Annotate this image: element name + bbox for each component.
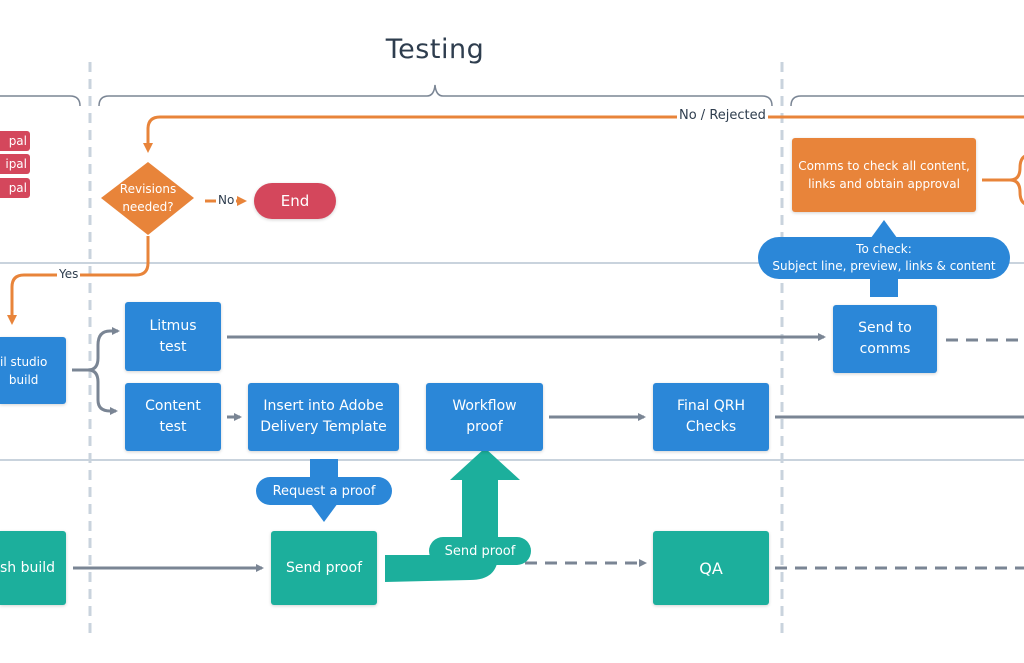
edge-label-no-rejected: No / Rejected — [677, 108, 768, 123]
workflow-proof-node[interactable]: Workflow proof — [426, 383, 543, 451]
revisions-decision[interactable]: Revisions needed? — [101, 176, 195, 220]
flowchart-canvas: Testing pal ipal pal Revisions needed? E… — [0, 0, 1024, 663]
phase-brace-testing — [98, 84, 773, 107]
comms-check-node[interactable]: Comms to check all content, links and ob… — [792, 138, 976, 212]
end-node[interactable]: End — [254, 183, 336, 219]
to-check-callout: To check: Subject line, preview, links &… — [758, 237, 1010, 279]
send-proof-node[interactable]: Send proof — [271, 531, 377, 605]
edge-label-no: No — [216, 193, 237, 207]
left-tag-1: pal — [0, 131, 30, 151]
content-test-node[interactable]: Content test — [125, 383, 221, 451]
phase-title: Testing — [385, 34, 485, 65]
send-to-comms-node[interactable]: Send to comms — [833, 305, 937, 373]
final-qrh-checks-node[interactable]: Final QRH Checks — [653, 383, 769, 451]
insert-adobe-template-node[interactable]: Insert into Adobe Delivery Template — [248, 383, 399, 451]
send-proof-callout: Send proof — [429, 537, 531, 565]
request-proof-stem — [310, 459, 338, 479]
qa-node[interactable]: QA — [653, 531, 769, 605]
phase-brace-left — [0, 95, 81, 107]
finish-build-node[interactable]: sh build — [0, 531, 66, 605]
request-proof-callout: Request a proof — [256, 477, 392, 505]
email-studio-build-node[interactable]: il studio build — [0, 337, 66, 404]
edge-split — [72, 329, 116, 411]
left-tag-3: pal — [0, 178, 30, 198]
edge-comms-brace — [982, 155, 1024, 205]
phase-brace-right — [790, 95, 1024, 107]
left-tag-2: ipal — [0, 154, 30, 174]
litmus-test-node[interactable]: Litmus test — [125, 302, 221, 371]
request-proof-arrowhead — [310, 503, 338, 522]
edge-label-yes: Yes — [57, 267, 81, 281]
